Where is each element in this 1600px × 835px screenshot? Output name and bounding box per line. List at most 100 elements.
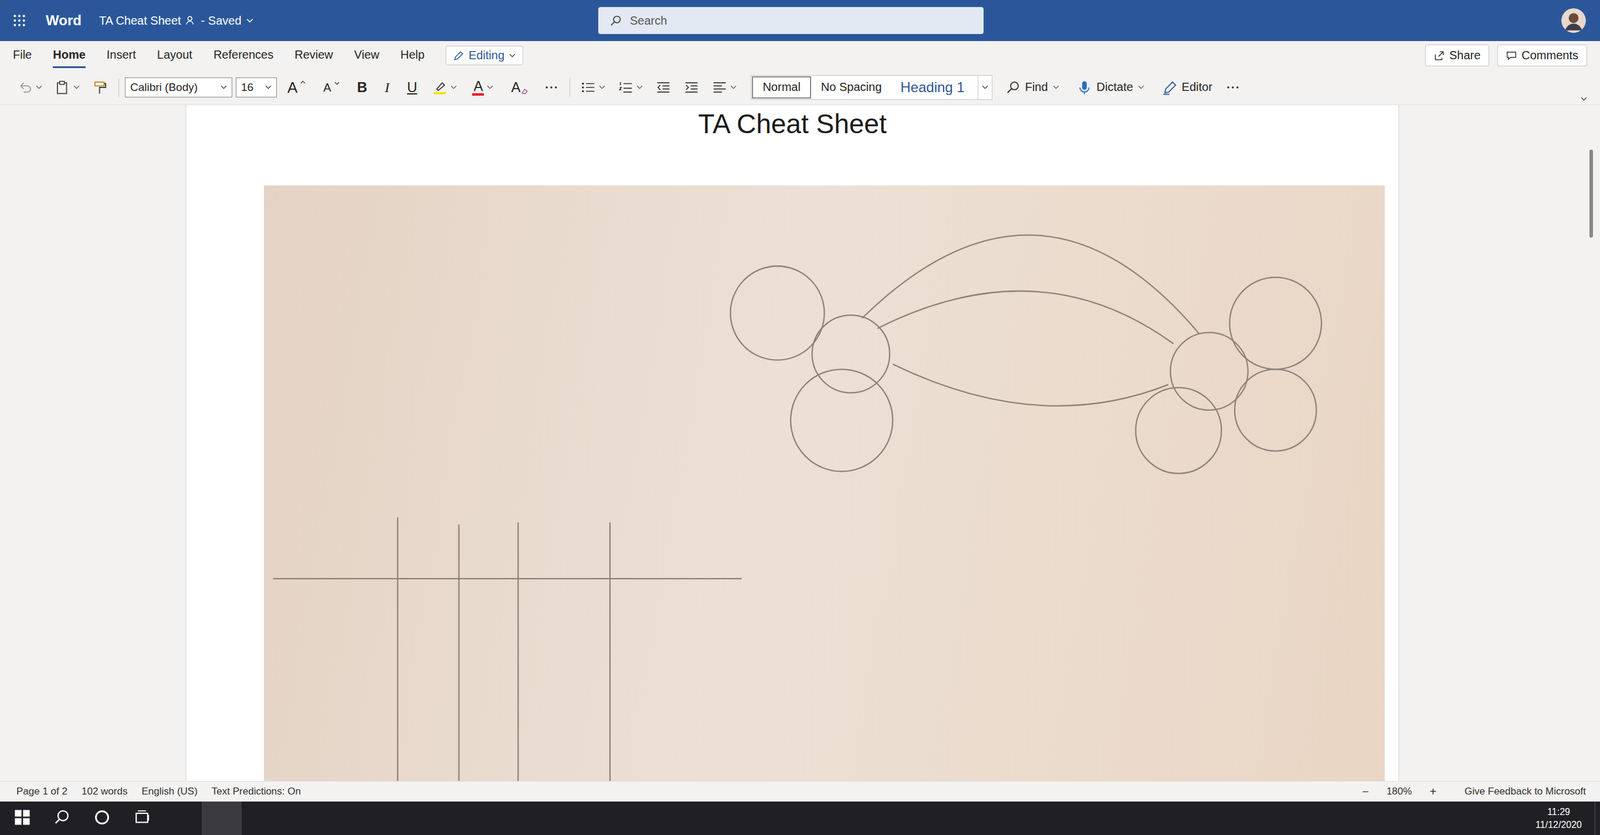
taskbar-app[interactable] — [161, 801, 202, 835]
style-option[interactable]: Heading 1 — [890, 75, 978, 100]
document-page[interactable]: TA Cheat Sheet — [186, 104, 1399, 781]
format-button[interactable]: B — [350, 78, 375, 97]
format-button[interactable]: I — [377, 78, 397, 97]
numbered-list-icon — [618, 79, 634, 96]
format-button[interactable]: A — [503, 78, 536, 97]
tool-button[interactable]: Dictate — [1072, 77, 1149, 98]
cortana-button[interactable] — [82, 801, 122, 835]
windows-logo-icon — [14, 808, 31, 826]
more-options-button[interactable] — [539, 77, 564, 98]
taskbar-app[interactable] — [241, 801, 282, 835]
comment-icon — [1506, 50, 1517, 61]
chevron-down-icon — [1052, 85, 1060, 90]
chevron-down-icon — [730, 85, 737, 90]
search-box[interactable]: Search — [598, 7, 984, 35]
scrollbar-thumb[interactable] — [1589, 149, 1593, 238]
chevron-down-icon — [509, 53, 516, 58]
ribbon-tab[interactable]: Layout — [157, 43, 193, 69]
task-view-button[interactable] — [121, 801, 162, 835]
eraser-icon — [520, 87, 529, 95]
decrease-indent-button[interactable] — [651, 77, 676, 98]
photo[interactable] — [263, 185, 1385, 781]
bullets-button[interactable] — [575, 77, 610, 98]
show-desktop-button[interactable] — [1594, 801, 1600, 835]
chevron-down-icon — [73, 85, 80, 90]
editing-mode-button[interactable]: Editing — [445, 45, 524, 66]
format-button[interactable]: A — [316, 79, 347, 96]
search-icon — [609, 14, 622, 27]
ribbon-tabs: File Home Insert Layout References Review View… — [0, 41, 1600, 70]
format-painter-icon — [92, 79, 108, 96]
document-heading[interactable]: TA Cheat Sheet — [186, 104, 1399, 142]
status-bar: Page 1 of 2 102 words English (US) Text Pre… — [0, 780, 1600, 802]
numbering-button[interactable] — [613, 77, 648, 98]
save-status: - Saved — [201, 14, 242, 28]
editor-pen-icon — [1161, 79, 1178, 96]
ribbon-toolbar: Calibri (Body)16AABIUAANormalNo SpacingH… — [0, 69, 1600, 105]
more-commands-button[interactable] — [1220, 77, 1246, 98]
tool-button[interactable]: Find — [1000, 77, 1064, 98]
task-view-icon — [133, 808, 151, 826]
header-button[interactable]: Comments — [1497, 44, 1588, 67]
chevron-down-icon — [1580, 96, 1588, 101]
align-left-icon — [712, 79, 728, 96]
status-item: Text Predictions: On — [211, 785, 301, 798]
format-button[interactable]: U — [400, 78, 425, 97]
style-option[interactable]: No Spacing — [811, 75, 891, 100]
share-icon — [1434, 50, 1445, 61]
zoom-out-button[interactable]: − — [1358, 784, 1373, 799]
status-item: 102 words — [81, 785, 128, 798]
chevron-down-icon — [220, 85, 227, 90]
grow-arrow-icon — [300, 79, 306, 84]
chevron-down-icon — [246, 18, 254, 23]
font-name-field[interactable]: Calibri (Body) — [124, 77, 233, 98]
document-canvas: TA Cheat Sheet — [0, 104, 1600, 781]
header-button[interactable]: Share — [1425, 44, 1490, 67]
ribbon-tab[interactable]: Help — [400, 43, 425, 69]
zoom-in-button[interactable]: + — [1425, 784, 1440, 799]
chevron-down-icon — [981, 85, 989, 90]
avatar-icon[interactable] — [1561, 8, 1586, 33]
taskbar-app[interactable] — [201, 801, 242, 835]
clipboard-icon — [55, 79, 71, 96]
status-item: Page 1 of 2 — [16, 785, 68, 798]
ribbon-tab[interactable]: Insert — [106, 43, 137, 69]
align-button[interactable] — [707, 77, 742, 98]
taskbar-app[interactable] — [321, 801, 362, 835]
style-option[interactable]: Normal — [751, 76, 811, 99]
chevron-down-icon — [450, 85, 457, 90]
ribbon-tab[interactable]: File — [12, 43, 32, 69]
undo-button[interactable] — [12, 77, 47, 98]
format-button[interactable]: A — [280, 77, 313, 98]
collapse-ribbon-button[interactable] — [1575, 94, 1592, 105]
chevron-down-icon — [35, 85, 43, 90]
taskbar-app[interactable] — [361, 801, 402, 835]
sketch-drawing — [263, 185, 1385, 781]
chevron-down-icon — [636, 85, 643, 90]
clock[interactable]: 11:2911/12/2020 — [1522, 801, 1595, 835]
ribbon-tab[interactable]: Home — [52, 43, 86, 69]
pencil-icon — [453, 50, 464, 61]
start-button[interactable] — [2, 801, 43, 835]
format-painter-button[interactable] — [87, 77, 113, 98]
title-bar: WordTA Cheat Sheet - SavedSearch — [0, 0, 1600, 42]
ribbon-tab[interactable]: View — [354, 43, 380, 69]
font-size-field[interactable]: 16 — [235, 77, 277, 98]
highlight-button[interactable] — [427, 77, 462, 98]
taskbar-app[interactable] — [281, 801, 322, 835]
document-title[interactable]: TA Cheat Sheet - Saved — [99, 14, 254, 28]
format-button[interactable]: A — [465, 76, 501, 98]
taskbar-search-button[interactable] — [42, 801, 83, 835]
paste-button[interactable] — [50, 77, 85, 98]
time: 11:29 — [1547, 805, 1571, 819]
ribbon-tab[interactable]: References — [213, 43, 274, 69]
app-launcher-icon[interactable] — [12, 14, 26, 27]
word-window: WordTA Cheat Sheet - SavedSearchFileHome… — [0, 0, 1600, 835]
tool-button[interactable]: Editor — [1157, 77, 1218, 98]
feedback-link[interactable]: Give Feedback to Microsoft — [1464, 785, 1586, 798]
increase-indent-button[interactable] — [679, 77, 704, 98]
ribbon-tab[interactable]: Review — [294, 43, 334, 69]
separator — [118, 78, 120, 97]
styles-dropdown[interactable] — [977, 75, 992, 100]
status-item: English (US) — [141, 785, 198, 798]
